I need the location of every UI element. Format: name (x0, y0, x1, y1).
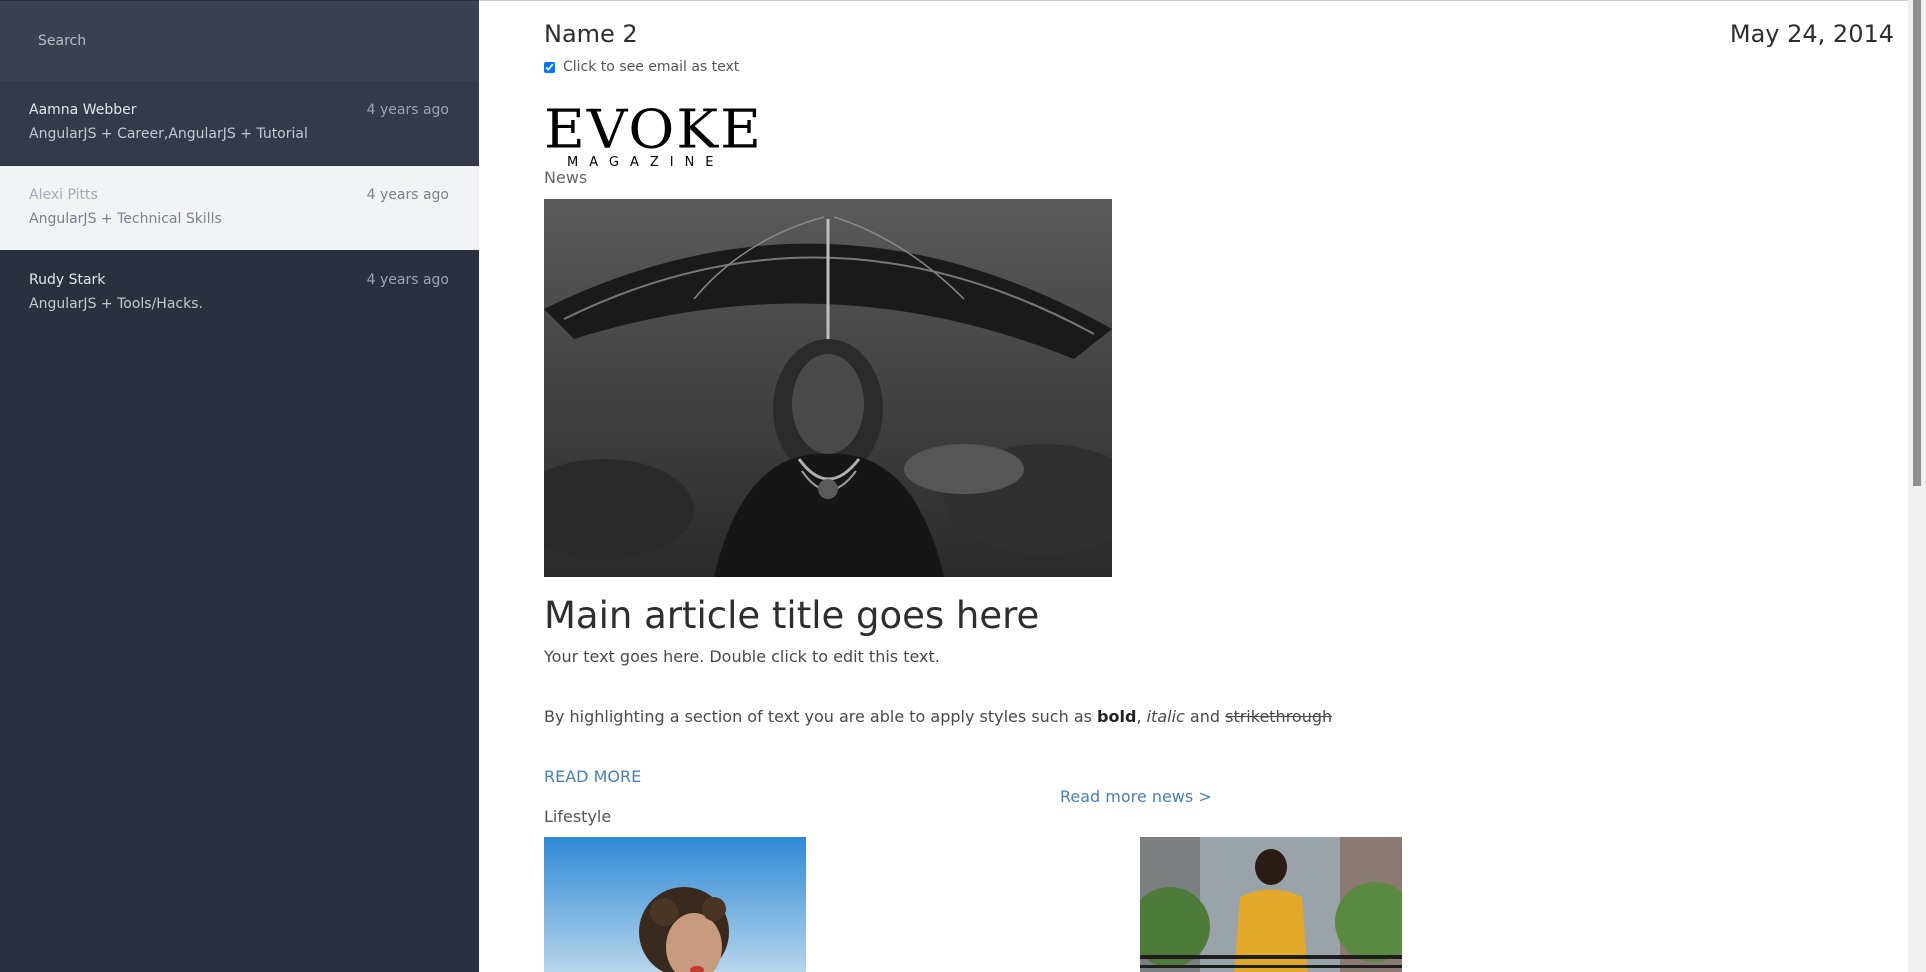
lifestyle-image-1 (544, 837, 806, 972)
scrollbar-thumb[interactable] (1913, 0, 1921, 486)
news-section-label: News (544, 168, 588, 187)
comma-text: , (1136, 707, 1147, 726)
mail-subject: AngularJS + Career,AngularJS + Tutorial (29, 126, 308, 142)
email-name: Name 2 (544, 20, 638, 48)
yellow-dress-woman-photo (1140, 837, 1402, 972)
view-as-text-toggle[interactable]: Click to see email as text (544, 59, 739, 75)
mail-list-item-selected[interactable]: Alexi Pitts 4 years ago AngularJS + Tech… (0, 166, 479, 251)
scrollbar[interactable] (1908, 0, 1926, 972)
article-styles-paragraph: By highlighting a section of text you ar… (544, 707, 1332, 726)
lifestyle-section-label: Lifestyle (544, 807, 612, 826)
sidebar: Aamna Webber 4 years ago AngularJS + Car… (0, 0, 479, 972)
and-text: and (1184, 707, 1226, 726)
italic-text: italic (1146, 707, 1185, 726)
bold-text: bold (1097, 707, 1137, 726)
article-title: Main article title goes here (544, 594, 1040, 637)
mail-time: 4 years ago (366, 102, 449, 118)
email-view: Name 2 May 24, 2014 Click to see email a… (479, 0, 1908, 972)
view-as-text-checkbox[interactable] (544, 61, 555, 73)
view-as-text-label: Click to see email as text (563, 59, 740, 75)
email-date: May 24, 2014 (1729, 20, 1894, 48)
read-more-news-link[interactable]: Read more news > (1060, 787, 1212, 806)
mail-subject: AngularJS + Tools/Hacks. (29, 296, 203, 312)
curly-hair-woman-photo (544, 837, 806, 972)
lifestyle-image-2 (1140, 837, 1402, 972)
paragraph-text: By highlighting a section of text you ar… (544, 707, 1098, 726)
mail-time: 4 years ago (366, 272, 449, 288)
logo-wordmark: EVOKE (544, 99, 763, 161)
evoke-magazine-logo: EVOKE MAGAZINE (544, 99, 763, 172)
search-bar (0, 0, 479, 81)
mail-list-item[interactable]: Aamna Webber 4 years ago AngularJS + Car… (0, 81, 479, 166)
mail-time: 4 years ago (366, 187, 449, 203)
logo-subtitle: MAGAZINE (567, 155, 725, 170)
read-more-link[interactable]: READ MORE (544, 767, 641, 786)
mail-list-item[interactable]: Rudy Stark 4 years ago AngularJS + Tools… (0, 251, 479, 336)
search-input[interactable] (38, 33, 418, 49)
hero-image (544, 199, 1112, 577)
umbrella-woman-photo (544, 199, 1112, 577)
strikethrough-text: strikethrough (1225, 707, 1333, 726)
mail-subject: AngularJS + Technical Skills (29, 211, 222, 227)
article-paragraph: Your text goes here. Double click to edi… (544, 647, 940, 666)
